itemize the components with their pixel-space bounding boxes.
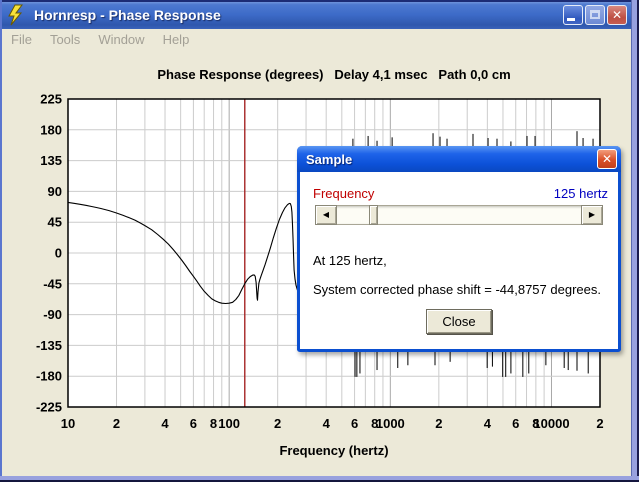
window-border-bottom <box>0 476 639 482</box>
x-tick-label: 8 <box>210 416 217 431</box>
sample-phase-text: System corrected phase shift = -44,8757 … <box>313 282 601 297</box>
y-tick-label: -225 <box>36 400 62 415</box>
x-tick-label: 4 <box>323 416 331 431</box>
y-tick-label: 90 <box>48 184 62 199</box>
dialog-title-bar[interactable]: Sample ✕ <box>297 146 621 172</box>
window-border-left <box>0 0 2 482</box>
scrollbar-left-arrow[interactable]: ◀ <box>315 205 337 225</box>
x-tick-label: 1000 <box>376 416 405 431</box>
dialog-body: Frequency 125 hertz ◀ ▶ At 125 hertz, Sy… <box>300 172 618 349</box>
x-tick-label: 2 <box>435 416 442 431</box>
frequency-scrollbar[interactable]: ◀ ▶ <box>315 205 603 225</box>
y-tick-label: 180 <box>40 122 62 137</box>
window-border-right <box>631 0 639 482</box>
frequency-value: 125 hertz <box>553 186 608 201</box>
dialog-title: Sample <box>306 151 353 167</box>
x-tick-label: 10 <box>61 416 75 431</box>
x-tick-label: 6 <box>351 416 358 431</box>
sample-frequency-text: At 125 hertz, <box>313 253 387 268</box>
x-tick-label: 4 <box>484 416 492 431</box>
hornresp-window: Hornresp - Phase Response ✕ File Tools W… <box>0 0 639 482</box>
x-tick-label: 4 <box>161 416 169 431</box>
y-tick-label: 45 <box>48 215 62 230</box>
scrollbar-right-arrow[interactable]: ▶ <box>581 205 603 225</box>
sample-dialog: Sample ✕ Frequency 125 hertz ◀ ▶ At 125 … <box>297 146 621 352</box>
scrollbar-thumb[interactable] <box>369 205 378 225</box>
y-tick-label: 135 <box>40 153 62 168</box>
x-tick-label: 6 <box>512 416 519 431</box>
dialog-close-action-button[interactable]: Close <box>426 309 492 334</box>
dialog-close-button[interactable]: ✕ <box>597 149 617 169</box>
x-tick-label: 2 <box>274 416 281 431</box>
x-tick-label: 2 <box>113 416 120 431</box>
y-tick-label: -180 <box>36 369 62 384</box>
x-tick-label: 10000 <box>533 416 569 431</box>
y-tick-label: -45 <box>43 276 62 291</box>
y-tick-label: 225 <box>40 92 62 107</box>
x-tick-label: 6 <box>190 416 197 431</box>
right-arrow-icon: ▶ <box>588 210 596 219</box>
dialog-close-icon: ✕ <box>601 152 613 166</box>
window-border-top <box>0 0 639 2</box>
y-tick-label: 0 <box>55 246 62 261</box>
y-tick-label: -90 <box>43 307 62 322</box>
x-tick-label: 100 <box>218 416 240 431</box>
left-arrow-icon: ◀ <box>322 210 330 219</box>
x-tick-label: 2 <box>596 416 603 431</box>
frequency-label: Frequency <box>313 186 375 201</box>
y-tick-label: -135 <box>36 338 62 353</box>
